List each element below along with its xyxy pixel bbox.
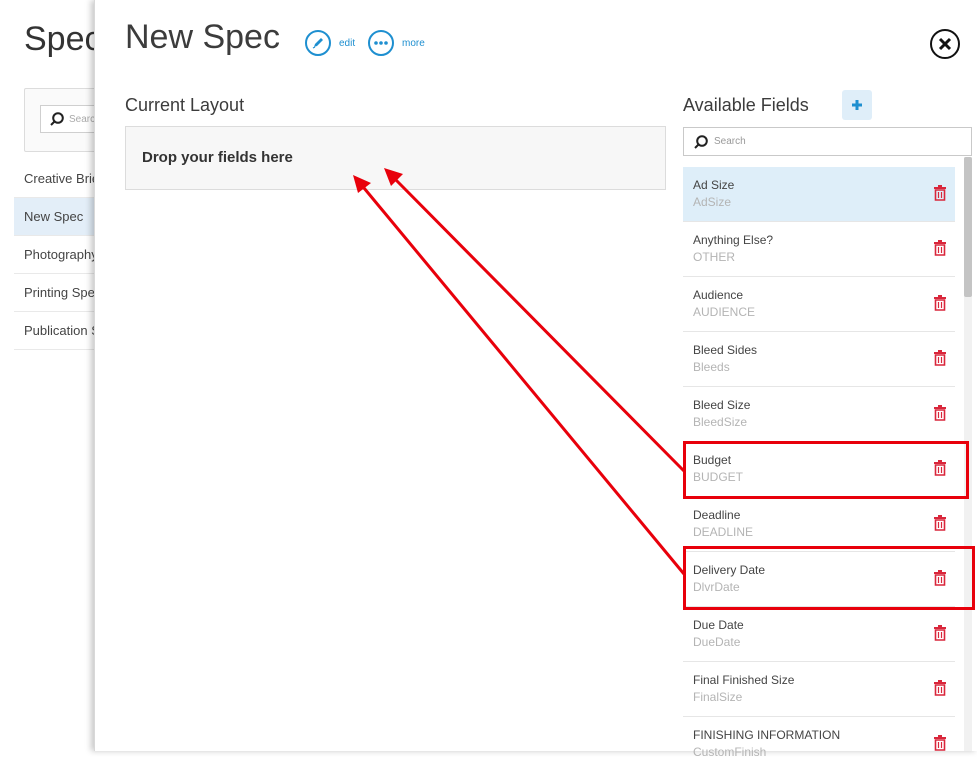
field-label: FINISHING INFORMATION: [693, 728, 841, 742]
field-row[interactable]: Bleed Sides Bleeds: [683, 332, 955, 387]
trash-icon[interactable]: [933, 680, 947, 696]
field-label: Ad Size: [693, 178, 735, 192]
field-code: DEADLINE: [693, 525, 754, 539]
add-field-button[interactable]: [842, 90, 872, 120]
field-label: Final Finished Size: [693, 673, 795, 687]
background-page-title: Spec: [24, 20, 102, 58]
plus-icon: [852, 100, 862, 110]
close-button[interactable]: [930, 29, 960, 59]
field-code: BleedSize: [693, 415, 748, 429]
more-dots-icon: [374, 41, 388, 45]
fields-search-input[interactable]: Search: [683, 127, 972, 156]
spec-editor-panel: New Spec edit more Current Layout Drop y…: [94, 0, 977, 757]
trash-icon[interactable]: [933, 515, 947, 531]
trash-icon[interactable]: [933, 350, 947, 366]
field-code: AUDIENCE: [693, 305, 756, 319]
trash-icon[interactable]: [933, 735, 947, 751]
field-code: Bleeds: [693, 360, 730, 374]
panel-title: New Spec: [125, 18, 280, 56]
fields-search-placeholder: Search: [714, 136, 746, 147]
drop-zone-text: Drop your fields here: [142, 149, 293, 166]
trash-icon[interactable]: [933, 185, 947, 201]
field-row-budget[interactable]: Budget BUDGET: [683, 442, 955, 497]
trash-icon[interactable]: [933, 295, 947, 311]
available-fields-title: Available Fields: [683, 95, 809, 115]
fields-scrollbar-thumb[interactable]: [964, 157, 972, 297]
field-label: Bleed Sides: [693, 343, 758, 357]
trash-icon[interactable]: [933, 240, 947, 256]
field-code: AdSize: [693, 195, 732, 209]
close-icon: [938, 37, 952, 51]
edit-button[interactable]: [305, 30, 331, 56]
field-label: Bleed Size: [693, 398, 751, 412]
trash-icon[interactable]: [933, 405, 947, 421]
trash-icon[interactable]: [933, 570, 947, 586]
field-label: Deadline: [693, 508, 741, 522]
pencil-icon: [312, 38, 323, 49]
edit-label[interactable]: edit: [339, 38, 355, 49]
field-row[interactable]: Final Finished Size FinalSize: [683, 662, 955, 717]
field-row-delivery-date[interactable]: Delivery Date DlvrDate: [683, 552, 955, 607]
more-button[interactable]: [368, 30, 394, 56]
search-icon: [50, 112, 64, 126]
trash-icon[interactable]: [933, 625, 947, 641]
field-label: Budget: [693, 453, 732, 467]
available-fields-list: Ad Size AdSize Anything Else? OTHER Audi…: [683, 167, 955, 757]
field-row[interactable]: Due Date DueDate: [683, 607, 955, 662]
trash-icon[interactable]: [933, 460, 947, 476]
field-row[interactable]: Anything Else? OTHER: [683, 222, 955, 277]
field-row[interactable]: Deadline DEADLINE: [683, 497, 955, 552]
search-icon: [694, 134, 708, 149]
field-code: FinalSize: [693, 690, 743, 704]
field-code: CustomFinish: [693, 745, 767, 757]
more-label[interactable]: more: [402, 38, 425, 49]
field-code: BUDGET: [693, 470, 744, 484]
field-row[interactable]: Bleed Size BleedSize: [683, 387, 955, 442]
field-row-selected[interactable]: Ad Size AdSize: [683, 167, 955, 222]
field-code: OTHER: [693, 250, 735, 264]
field-label: Due Date: [693, 618, 744, 632]
field-code: DlvrDate: [693, 580, 740, 594]
field-code: DueDate: [693, 635, 741, 649]
field-row[interactable]: FINISHING INFORMATION CustomFinish: [683, 717, 955, 757]
current-layout-title: Current Layout: [125, 95, 245, 115]
field-label: Delivery Date: [693, 563, 766, 577]
layout-drop-zone[interactable]: Drop your fields here: [125, 126, 666, 190]
field-row[interactable]: Audience AUDIENCE: [683, 277, 955, 332]
field-label: Anything Else?: [693, 233, 774, 247]
field-label: Audience: [693, 288, 744, 302]
